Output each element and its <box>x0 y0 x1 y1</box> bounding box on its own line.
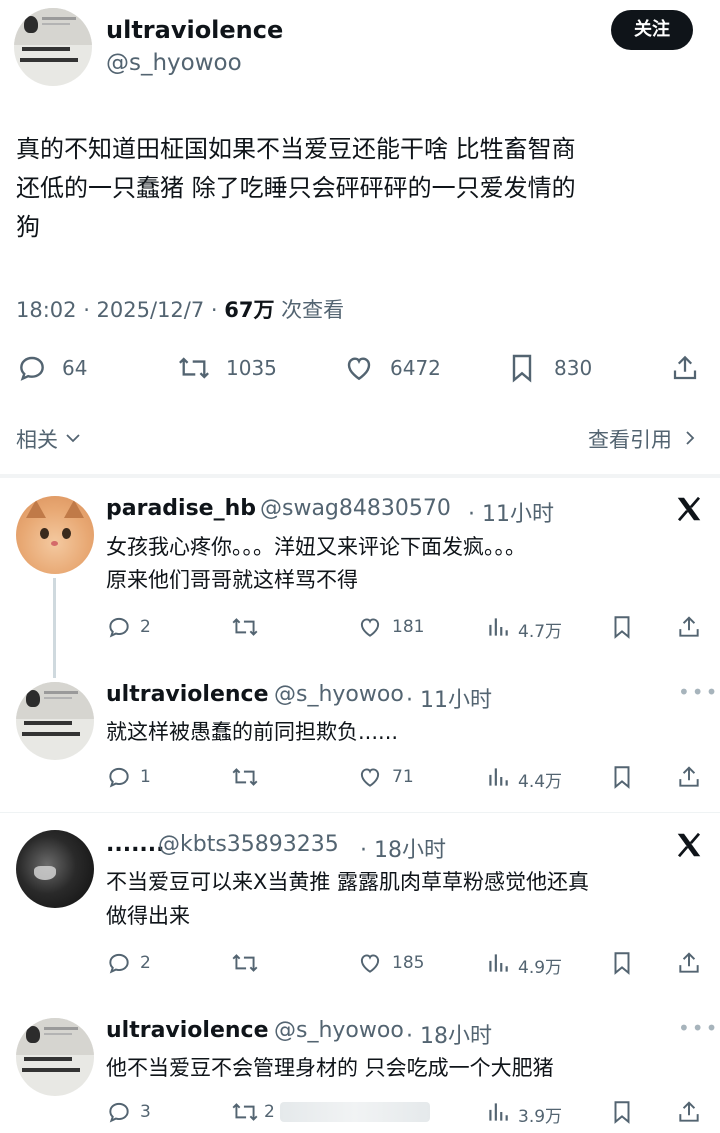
chevron-down-icon[interactable] <box>62 428 84 448</box>
like-icon[interactable] <box>356 950 384 976</box>
like-count: 71 <box>392 767 414 787</box>
reply-author-name[interactable]: ultraviolence <box>106 682 269 707</box>
bookmark-icon[interactable] <box>508 352 536 384</box>
reply-author-handle[interactable]: @s_hyowoo <box>274 682 404 707</box>
repost-icon[interactable] <box>176 352 212 384</box>
share-icon[interactable] <box>676 950 702 976</box>
reply-icon[interactable] <box>106 1099 132 1125</box>
reply-icon[interactable] <box>106 764 132 790</box>
share-icon[interactable] <box>676 614 702 640</box>
share-icon[interactable] <box>670 352 700 384</box>
reply-author-handle[interactable]: @s_hyowoo <box>274 1018 404 1043</box>
post-body-line-3: 狗 <box>16 213 40 241</box>
view-count: 4.4万 <box>518 772 563 792</box>
reply-icon[interactable] <box>106 614 132 640</box>
reply-author-name[interactable]: ....... <box>106 832 165 857</box>
like-count: 181 <box>392 617 425 637</box>
related-label[interactable]: 相关 <box>16 424 58 454</box>
reply-body-line-1: 不当爱豆可以来X当黄推 露露肌肉草草粉感觉他还真 <box>106 870 590 894</box>
reply-body-line-2: 原来他们哥哥就这样骂不得 <box>106 568 358 592</box>
x-logo-icon[interactable] <box>674 494 704 524</box>
views-icon[interactable] <box>484 1099 512 1125</box>
reply-avatar-ultraviolence[interactable] <box>16 682 94 760</box>
post-time-date: 18:02 · 2025/12/7 · <box>16 298 225 322</box>
more-icon[interactable]: ••• <box>678 680 719 704</box>
reply-author-handle[interactable]: @swag84830570 <box>260 496 451 521</box>
reply-divider <box>0 812 720 813</box>
reply-icon[interactable] <box>106 950 132 976</box>
reply-count: 2 <box>140 953 151 973</box>
author-name[interactable]: ultraviolence <box>106 16 283 44</box>
chevron-right-icon[interactable] <box>682 428 698 448</box>
reply-count: 3 <box>140 1102 151 1122</box>
blurred-overlay <box>280 1102 430 1122</box>
reply-body-line-2: 做得出来 <box>106 904 190 928</box>
reply-author-handle[interactable]: @kbts35893235 <box>158 832 339 857</box>
reply-avatar-paradise-hb[interactable] <box>16 496 94 574</box>
view-quotes-link[interactable]: 查看引用 <box>588 424 672 454</box>
thread-connector <box>53 578 56 678</box>
reply-count: 1 <box>140 767 151 787</box>
like-icon[interactable] <box>342 352 376 384</box>
section-divider <box>0 474 720 478</box>
reply-time[interactable]: · 18小时 <box>406 1018 492 1050</box>
like-count: 185 <box>392 953 425 973</box>
repost-count: 2 <box>264 1102 275 1122</box>
repost-icon[interactable] <box>230 1099 260 1125</box>
views-icon[interactable] <box>484 764 512 790</box>
follow-button[interactable]: 关注 <box>611 10 693 50</box>
reply-body-line-1: 就这样被愚蠢的前同担欺负...... <box>106 720 399 744</box>
view-count: 3.9万 <box>518 1107 563 1127</box>
author-handle[interactable]: @s_hyowoo <box>106 50 242 76</box>
views-label: 次查看 <box>274 298 345 322</box>
post-body-line-1: 真的不知道田柾国如果不当爱豆还能干啥 比牲畜智商 <box>16 135 576 163</box>
x-logo-icon[interactable] <box>674 830 704 860</box>
reply-count: 64 <box>62 356 88 380</box>
reply-author-name[interactable]: ultraviolence <box>106 1018 269 1043</box>
like-icon[interactable] <box>356 614 384 640</box>
views-count: 67万 <box>224 298 275 322</box>
like-count: 6472 <box>390 356 441 380</box>
reply-time[interactable]: · 11小时 <box>468 496 554 528</box>
reply-body-line-1: 女孩我心疼你。。。洋妞又来评论下面发疯。。。 <box>106 535 526 559</box>
more-icon[interactable]: ••• <box>678 1016 719 1040</box>
bookmark-icon[interactable] <box>610 1099 634 1125</box>
share-icon[interactable] <box>676 764 702 790</box>
reply-body-line-1: 他不当爱豆不会管理身材的 只会吃成一个大肥猪 <box>106 1056 554 1080</box>
view-count: 4.9万 <box>518 958 563 978</box>
reply-avatar-kbts[interactable] <box>16 830 94 908</box>
repost-icon[interactable] <box>230 764 260 790</box>
repost-icon[interactable] <box>230 950 260 976</box>
author-avatar[interactable] <box>14 8 92 86</box>
post-body-line-2: 还低的一只蠢猪 除了吃睡只会砰砰砰的一只爱发情的 <box>16 174 576 202</box>
repost-count: 1035 <box>226 356 277 380</box>
reply-icon[interactable] <box>16 352 48 384</box>
avatar-caption <box>22 47 70 51</box>
views-icon[interactable] <box>484 614 512 640</box>
bookmark-icon[interactable] <box>610 950 634 976</box>
like-icon[interactable] <box>356 764 384 790</box>
views-icon[interactable] <box>484 950 512 976</box>
reply-count: 2 <box>140 617 151 637</box>
reply-time[interactable]: · 18小时 <box>360 832 446 864</box>
repost-icon[interactable] <box>230 614 260 640</box>
reply-author-name[interactable]: paradise_hb <box>106 496 256 521</box>
bookmark-icon[interactable] <box>610 614 634 640</box>
post-timestamp[interactable]: 18:02 · 2025/12/7 · 67万 次查看 <box>16 294 344 324</box>
bookmark-icon[interactable] <box>610 764 634 790</box>
share-icon[interactable] <box>676 1099 702 1125</box>
reply-time[interactable]: · 11小时 <box>406 682 492 714</box>
reply-avatar-ultraviolence[interactable] <box>16 1018 94 1096</box>
bookmark-count: 830 <box>554 356 593 380</box>
view-count: 4.7万 <box>518 622 563 642</box>
